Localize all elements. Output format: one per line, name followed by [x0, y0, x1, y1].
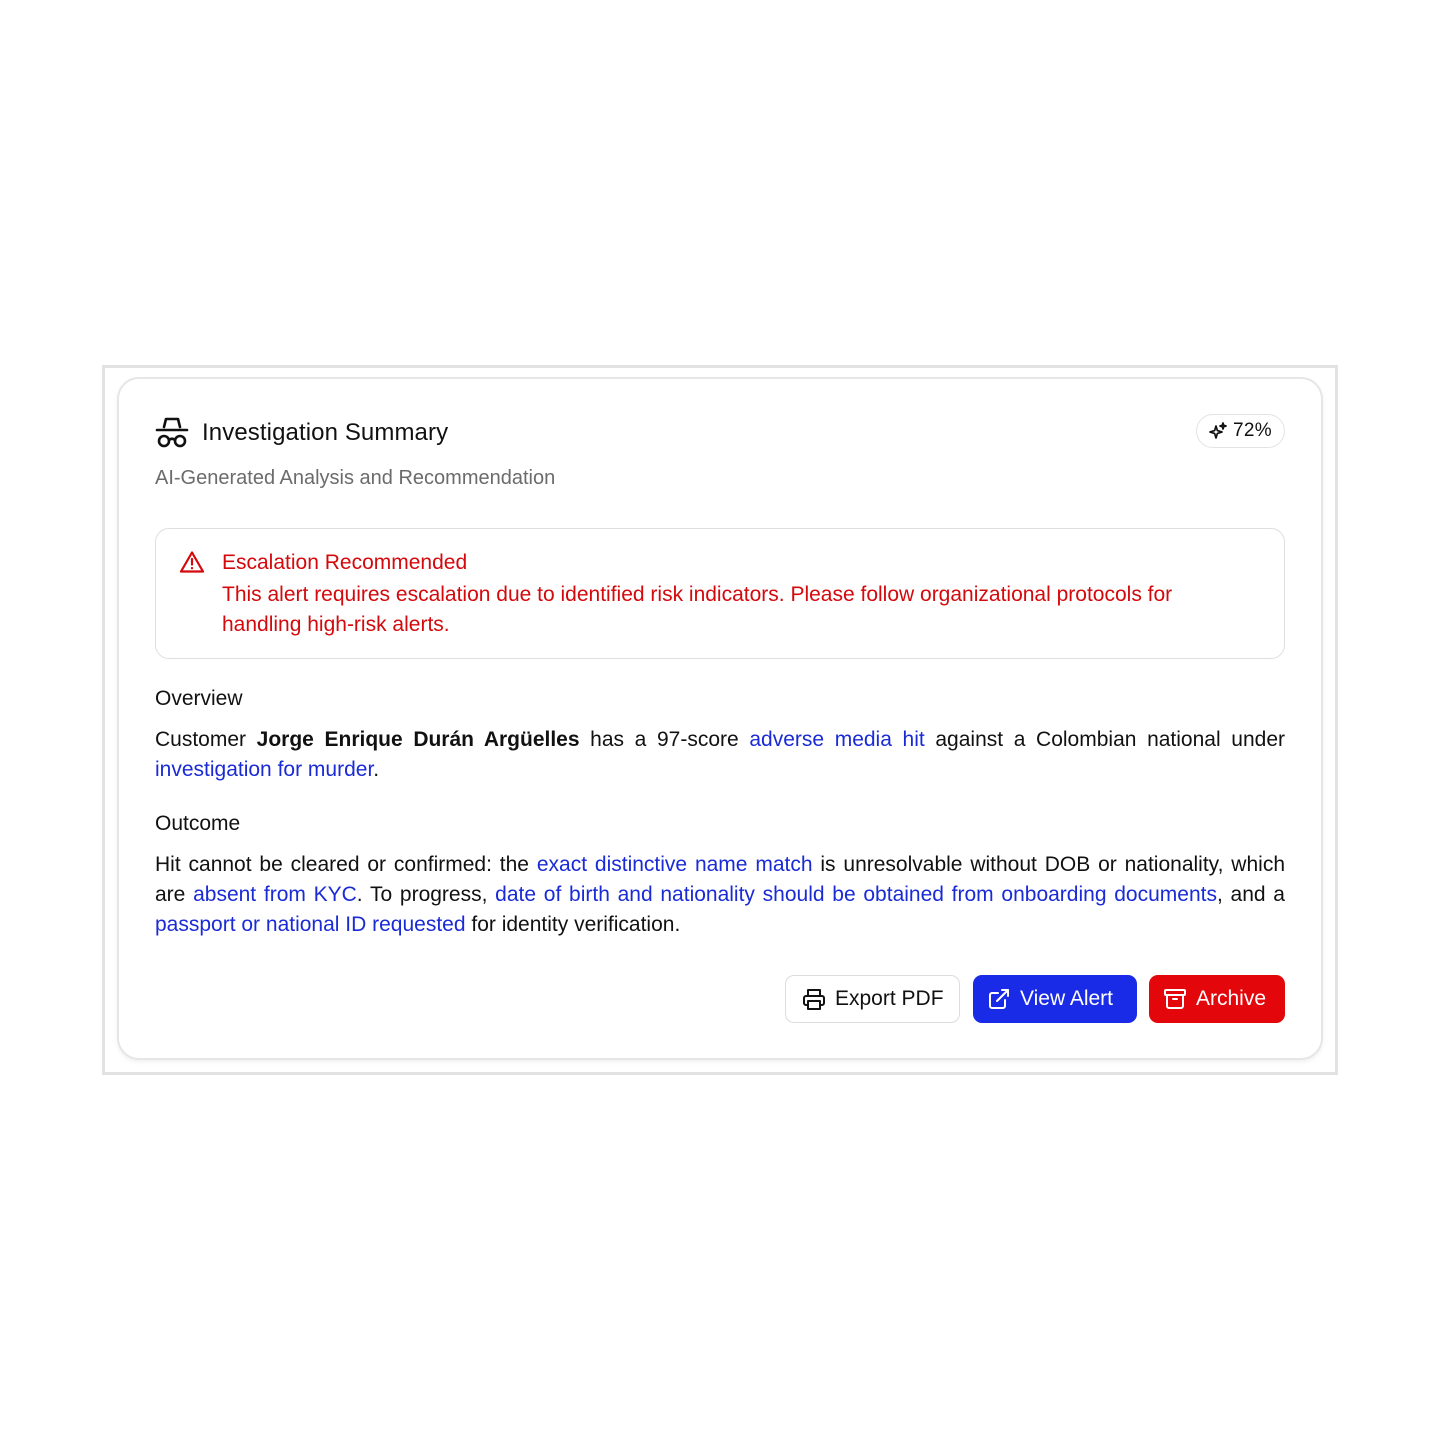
outcome-text-part: for identity verification. — [465, 913, 681, 936]
highlight-absent-kyc: absent from KYC — [193, 883, 357, 906]
view-alert-label: View Alert — [1020, 987, 1113, 1010]
sparkles-icon — [1209, 422, 1227, 439]
outcome-heading: Outcome — [155, 812, 241, 835]
overview-text: Customer Jorge Enrique Durán Argüelles h… — [155, 725, 1285, 785]
highlight-name-match: exact distinctive name match — [536, 853, 813, 876]
highlight-adverse-media: adverse media hit — [749, 728, 925, 751]
archive-label: Archive — [1196, 987, 1267, 1010]
customer-name: Jorge Enrique Durán Argüelles — [256, 728, 580, 751]
archive-button[interactable]: Archive — [1149, 975, 1285, 1023]
card-title: Investigation Summary — [202, 419, 449, 446]
overview-heading: Overview — [155, 687, 243, 710]
overview-text-part: against a Colombian national under — [924, 728, 1285, 751]
highlight-investigation: investigation for murder — [155, 758, 374, 781]
alert-title: Escalation Recommended — [222, 551, 468, 574]
warning-triangle-icon — [179, 551, 205, 573]
external-link-icon — [989, 989, 1009, 1009]
outcome-text: Hit cannot be cleared or confirmed: the … — [155, 850, 1285, 940]
export-pdf-button[interactable]: Export PDF — [785, 975, 960, 1023]
printer-icon — [803, 989, 825, 1010]
confidence-value: 72% — [1233, 420, 1272, 441]
outcome-text-part: Hit cannot be cleared or confirmed: the — [155, 853, 537, 876]
confidence-badge: 72% — [1196, 414, 1285, 448]
incognito-spy-icon — [155, 417, 189, 448]
export-pdf-label: Export PDF — [835, 987, 944, 1010]
card-subtitle: AI-Generated Analysis and Recommendation — [155, 467, 556, 489]
overview-text-part: . — [373, 758, 380, 781]
overview-text-part: Customer — [155, 728, 257, 751]
highlight-passport-request: passport or national ID requested — [155, 913, 466, 936]
view-alert-button[interactable]: View Alert — [973, 975, 1137, 1023]
archive-box-icon — [1164, 989, 1186, 1009]
highlight-obtain-dob: date of birth and nationality should be … — [495, 883, 1217, 906]
overview-text-part: has a 97-score — [579, 728, 750, 751]
outcome-text-part: , and a — [1216, 883, 1285, 906]
outcome-text-part: . To progress, — [356, 883, 496, 906]
alert-message: This alert requires escalation due to id… — [222, 583, 1173, 636]
